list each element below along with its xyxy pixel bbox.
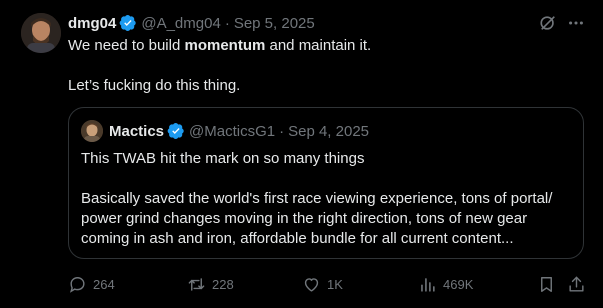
views-button[interactable]: 469K — [418, 272, 473, 296]
reply-icon — [69, 276, 85, 293]
like-button[interactable]: 1K — [302, 272, 343, 296]
quoted-avatar-image — [81, 120, 103, 142]
more-icon[interactable] — [566, 13, 586, 33]
bookmark-icon — [541, 276, 552, 292]
quoted-text-line-1: This TWAB hit the mark on so many things — [81, 150, 365, 167]
repost-button[interactable]: 228 — [187, 272, 234, 296]
quoted-author-name[interactable]: Mactics — [109, 123, 164, 140]
quoted-text-line-4: coming in ash and iron, affordable bundl… — [81, 230, 514, 247]
like-count: 1K — [327, 276, 343, 292]
quoted-header: Mactics @MacticsG1 · Sep 4, 2025 — [109, 121, 369, 141]
verified-badge-icon — [119, 14, 137, 32]
separator-dot: · — [279, 122, 285, 140]
post-text-line-2: Let’s fucking do this thing. — [68, 77, 241, 94]
views-count: 469K — [443, 276, 474, 292]
quoted-text-line-2: Basically saved the world's first race v… — [81, 190, 553, 207]
avatar[interactable] — [21, 13, 61, 53]
views-icon — [421, 277, 435, 292]
post-header: dmg04 @A_dmg04 · Sep 5, 2025 — [68, 13, 315, 33]
repost-icon — [188, 277, 205, 291]
repost-count: 228 — [212, 276, 234, 292]
post-text-part: and maintain it. — [265, 37, 372, 54]
post-text-line-1: We need to build momentum and maintain i… — [68, 36, 578, 56]
quoted-date[interactable]: Sep 4, 2025 — [288, 123, 369, 140]
quoted-author-handle[interactable]: @MacticsG1 — [189, 123, 275, 140]
share-button[interactable] — [567, 272, 586, 296]
separator-dot: · — [224, 14, 230, 32]
quoted-avatar[interactable] — [81, 120, 103, 142]
reply-count: 264 — [93, 276, 115, 292]
share-icon — [569, 276, 584, 292]
post-text-part: We need to build — [68, 37, 185, 54]
action-bar: 264 228 1K 469K — [68, 272, 588, 296]
like-icon — [304, 277, 319, 292]
bookmark-button[interactable] — [537, 272, 556, 296]
avatar-image — [21, 13, 61, 53]
verified-badge-icon — [167, 122, 185, 140]
post-date[interactable]: Sep 5, 2025 — [234, 15, 315, 32]
quoted-text-line-3: power grind changes moving in the right … — [81, 210, 528, 227]
reply-button[interactable]: 264 — [68, 272, 115, 296]
post-text-bold: momentum — [184, 37, 266, 54]
author-name[interactable]: dmg04 — [68, 15, 116, 32]
author-handle[interactable]: @A_dmg04 — [141, 15, 220, 32]
quoted-post[interactable]: Mactics @MacticsG1 · Sep 4, 2025 This TW… — [68, 107, 584, 259]
grok-icon[interactable] — [538, 13, 558, 33]
post: dmg04 @A_dmg04 · Sep 5, 2025 We need to … — [0, 0, 603, 308]
